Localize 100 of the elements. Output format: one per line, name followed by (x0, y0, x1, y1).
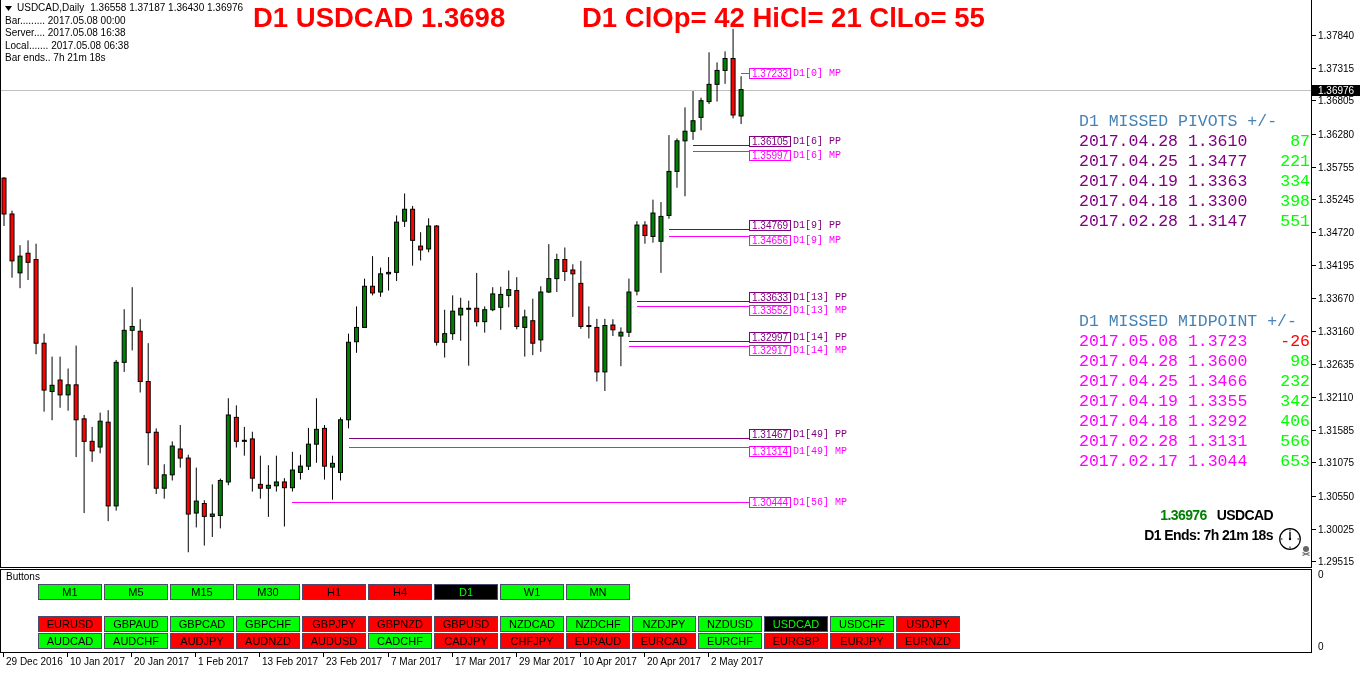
toggle-button[interactable]: EURCHF (698, 633, 762, 649)
toggle-button[interactable]: W1 (500, 584, 564, 600)
price-tick-label: 1.32110 (1318, 392, 1354, 403)
toggle-button[interactable]: USDJPY (896, 616, 960, 632)
toggle-button[interactable]: GBPCHF (236, 616, 300, 632)
toggle-button[interactable]: EURJPY (830, 633, 894, 649)
price-tick-label: 1.31075 (1318, 457, 1355, 468)
price-label: 1.34769 (749, 220, 792, 231)
price-tick-label: 1.35245 (1318, 194, 1355, 205)
toggle-button[interactable]: AUDCHF (104, 633, 168, 649)
toggle-button[interactable]: AUDJPY (170, 633, 234, 649)
level-tag: D1[0] MP (793, 68, 841, 79)
candlestick (466, 300, 472, 367)
price-tick-label: 1.37315 (1318, 63, 1355, 74)
price-tick-label: 1.35755 (1318, 162, 1355, 173)
quote-price: 1.36976 (1160, 506, 1207, 525)
pivot-line (692, 145, 750, 146)
toggle-button[interactable]: M5 (104, 584, 168, 600)
level-tag: D1[14] MP (793, 345, 847, 356)
info-line: Bar ends.. 7h 21m 18s (5, 52, 106, 65)
toggle-button[interactable]: CADCHF (368, 633, 432, 649)
toggle-button[interactable]: M30 (236, 584, 300, 600)
candlestick (322, 424, 327, 481)
toggle-button[interactable]: EURUSD (38, 616, 102, 632)
toggle-button[interactable]: NZDCHF (566, 616, 630, 632)
date-label: 20 Jan 2017 (131, 653, 190, 668)
candlestick (330, 455, 335, 501)
level-tag: D1[9] MP (793, 235, 841, 246)
price-label: 1.32997 (749, 332, 792, 343)
toggle-button[interactable]: CHFJPY (500, 633, 564, 649)
clock-icon (1279, 528, 1301, 550)
candlestick (201, 499, 207, 547)
candlestick (281, 477, 287, 527)
candlestick (129, 286, 135, 351)
toggle-button[interactable]: NZDJPY (632, 616, 696, 632)
pip-difference: 98 (1290, 352, 1310, 372)
ohlc-values: 1.36558 1.37187 1.36430 1.36976 (90, 2, 244, 15)
price-label: 1.31314 (749, 446, 792, 457)
toggle-button[interactable]: EURCAD (632, 633, 696, 649)
level-tag: D1[6] MP (793, 150, 841, 161)
candlestick (65, 368, 71, 412)
pip-difference: 221 (1280, 152, 1310, 172)
toggle-button[interactable]: GBPCAD (170, 616, 234, 632)
date-label: 13 Feb 2017 (259, 653, 319, 668)
toggle-button[interactable]: EURAUD (566, 633, 630, 649)
info-line: Local....... 2017.05.08 06:38 (5, 39, 129, 52)
toggle-button[interactable]: USDCHF (830, 616, 894, 632)
candlestick (249, 431, 255, 493)
candlestick (177, 424, 183, 469)
dropdown-triangle-icon[interactable] (5, 5, 12, 11)
toggle-button[interactable]: MN (566, 584, 630, 600)
toggle-button[interactable]: H4 (368, 584, 432, 600)
toggle-button[interactable]: GBPNZD (368, 616, 432, 632)
subwindow-title: Buttons (6, 571, 40, 583)
pivot-entry: 2017.04.28 1.3610 (1079, 132, 1248, 152)
candlestick (386, 256, 392, 292)
toggle-button[interactable]: EURGBP (764, 633, 828, 649)
price-tick-label: 1.30550 (1318, 491, 1355, 502)
candlestick (698, 97, 704, 131)
pip-difference: 566 (1280, 432, 1310, 452)
candlestick (546, 243, 552, 294)
toggle-button[interactable]: NZDCAD (500, 616, 564, 632)
pivot-entry: 2017.04.19 1.3363 (1079, 172, 1248, 192)
candlestick (121, 308, 127, 373)
toggle-button[interactable]: AUDCAD (38, 633, 102, 649)
candlestick (642, 220, 648, 245)
toggle-button[interactable]: D1 (434, 584, 498, 600)
level-tag: D1[9] PP (793, 220, 841, 231)
candlestick (89, 426, 95, 463)
toggle-button[interactable]: USDCAD (764, 616, 828, 632)
price-tick-label: 1.31585 (1318, 425, 1355, 436)
midpoint-entry: 2017.04.28 1.3600 (1079, 352, 1248, 372)
toggle-button[interactable]: GBPAUD (104, 616, 168, 632)
pip-difference: 398 (1280, 192, 1310, 212)
candlestick (378, 267, 384, 298)
date-label: 23 Feb 2017 (323, 653, 383, 668)
toggle-button[interactable]: CADJPY (434, 633, 498, 649)
candlestick (578, 260, 584, 330)
candlestick (554, 253, 560, 293)
toggle-button[interactable]: AUDNZD (236, 633, 300, 649)
toggle-button[interactable]: M1 (38, 584, 102, 600)
midpoint-line (740, 73, 750, 74)
toggle-button[interactable]: GBPUSD (434, 616, 498, 632)
toggle-button[interactable]: H1 (302, 584, 366, 600)
candlestick (265, 464, 271, 518)
candlestick (305, 427, 311, 471)
candlestick (17, 244, 23, 289)
toggle-button[interactable]: AUDUSD (302, 633, 366, 649)
price-label: 1.33633 (749, 292, 792, 303)
toggle-button[interactable]: EURNZD (896, 633, 960, 649)
candlestick (426, 217, 432, 253)
toggle-button[interactable]: NZDUSD (698, 616, 762, 632)
price-label: 1.32917 (749, 345, 792, 356)
candlestick (233, 404, 239, 448)
candlestick (538, 285, 544, 353)
candlestick (722, 50, 728, 85)
candlestick (418, 231, 424, 261)
toggle-button[interactable]: GBPJPY (302, 616, 366, 632)
toggle-button[interactable]: M15 (170, 584, 234, 600)
price-tick-label: 1.33160 (1318, 326, 1355, 337)
